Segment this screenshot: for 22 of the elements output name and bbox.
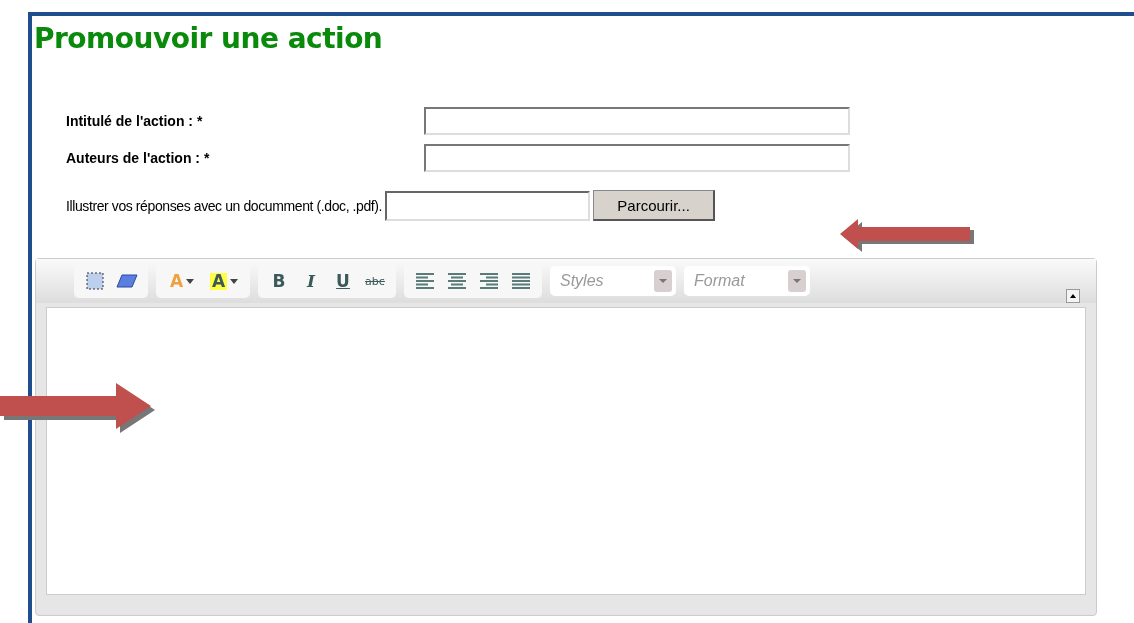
underline-button[interactable]: U bbox=[330, 269, 356, 293]
italic-button[interactable]: I bbox=[298, 269, 324, 293]
upload-label: Illustrer vos réponses avec un documment (.doc, .pdf). bbox=[66, 197, 383, 214]
eraser-icon bbox=[116, 274, 138, 288]
strike-button[interactable]: abc bbox=[362, 269, 388, 293]
align-right-icon bbox=[479, 272, 499, 290]
text-field[interactable] bbox=[424, 107, 850, 135]
collapse-toolbar-icon[interactable] bbox=[1066, 289, 1080, 303]
caret-icon bbox=[186, 278, 195, 284]
justify-icon bbox=[511, 272, 531, 290]
field-label: Intitulé de l'action : * bbox=[66, 113, 204, 129]
browse-button[interactable]: Parcourir... bbox=[593, 190, 716, 221]
text-field[interactable] bbox=[424, 144, 850, 172]
file-field[interactable] bbox=[385, 190, 591, 221]
page-title: Promouvoir une action bbox=[34, 22, 383, 55]
caret-icon bbox=[230, 278, 239, 284]
select-all-icon bbox=[85, 271, 105, 291]
bg-color-button[interactable]: A bbox=[206, 269, 242, 293]
bold-button[interactable]: B bbox=[266, 269, 292, 293]
align-left-icon bbox=[415, 272, 435, 290]
field-label: Auteurs de l'action : * bbox=[66, 150, 211, 166]
align-center-icon bbox=[447, 272, 467, 290]
